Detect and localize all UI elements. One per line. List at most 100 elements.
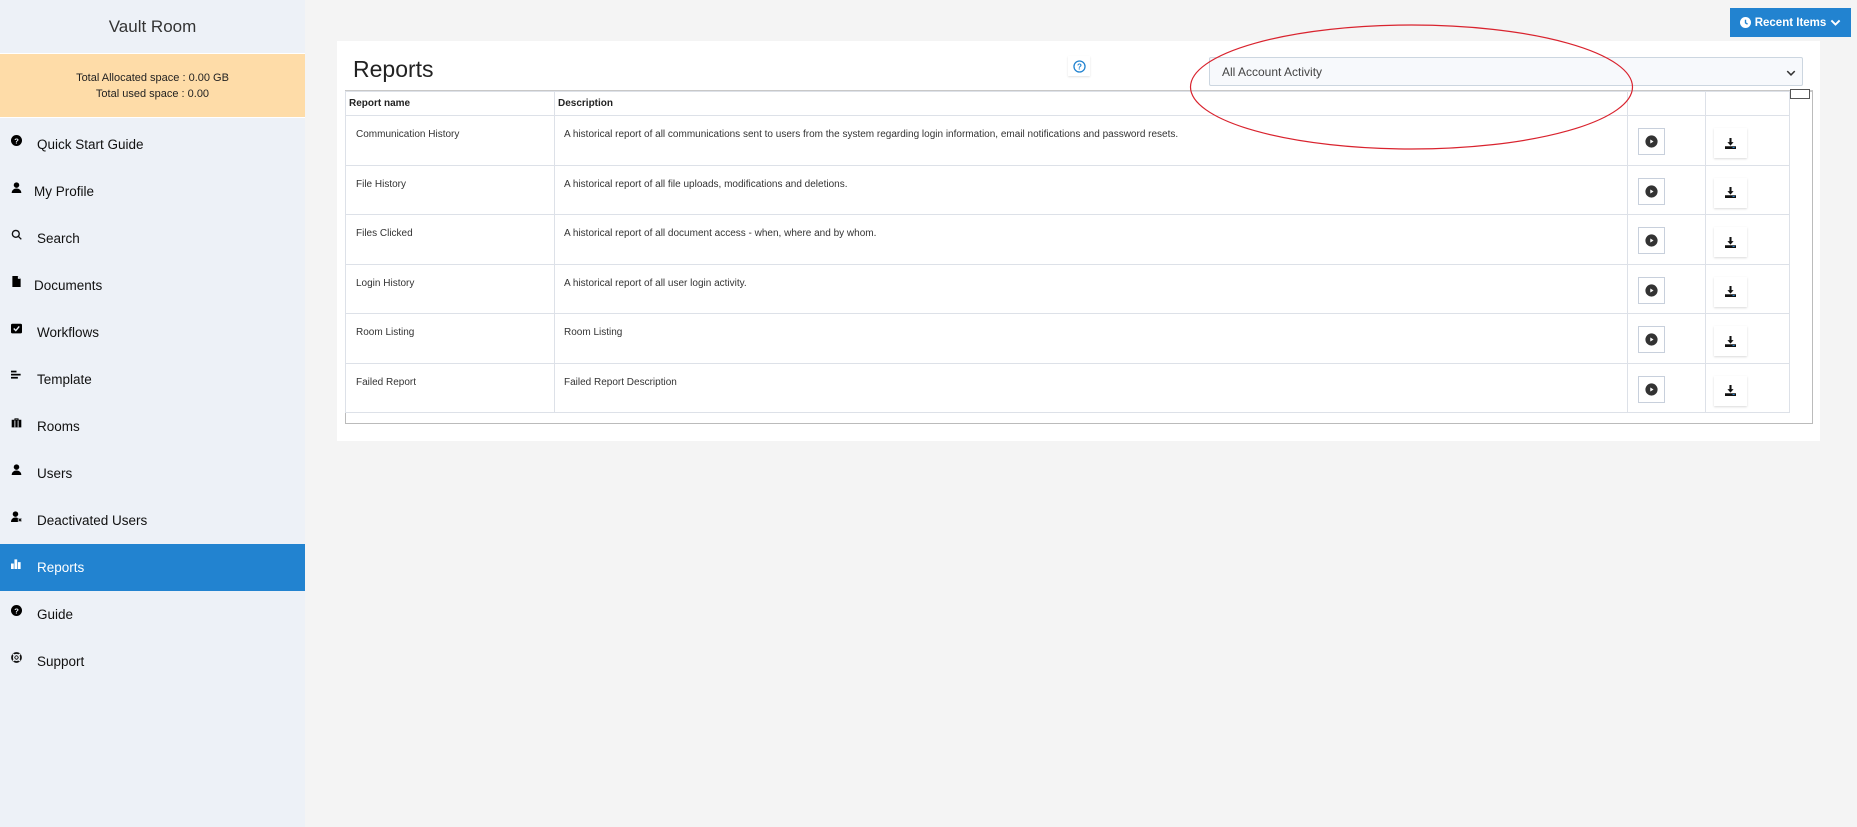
download-report-button[interactable] (1714, 276, 1747, 307)
column-header-run (1627, 91, 1706, 116)
recent-items-label: Recent Items (1754, 16, 1827, 29)
sidebar-item-label: Reports (37, 560, 85, 575)
download-cell (1705, 164, 1790, 215)
search-icon (9, 228, 23, 242)
report-name: Login History (345, 263, 555, 314)
sidebar-item-label: Rooms (37, 419, 80, 434)
run-cell (1627, 164, 1706, 215)
sidebar-item-reports[interactable]: Reports (0, 544, 305, 591)
sidebar-item-label: Search (37, 231, 80, 246)
run-report-button[interactable] (1638, 326, 1665, 353)
sidebar-item-users[interactable]: Users (0, 450, 305, 497)
table-row: Communication History A historical report… (345, 115, 1790, 166)
play-circle-icon (1645, 333, 1658, 346)
sidebar-item-label: Template (37, 372, 92, 387)
table-row: Failed Report Failed Report Description (345, 362, 1790, 413)
question-circle-icon: ? (9, 134, 23, 148)
download-cell (1705, 263, 1790, 314)
download-report-button[interactable] (1714, 128, 1747, 158)
check-square-icon (9, 322, 23, 336)
align-left-icon (9, 369, 23, 383)
sidebar-item-rooms[interactable]: Rooms (0, 403, 305, 450)
app-title: Vault Room (108, 16, 197, 36)
play-circle-icon (1645, 382, 1658, 396)
reports-panel: Reports ? All Account Activity Report na… (337, 41, 1820, 441)
sidebar-item-my-profile[interactable]: My Profile (0, 168, 305, 215)
sidebar-item-search[interactable]: Search (0, 215, 305, 262)
download-report-button[interactable] (1714, 375, 1747, 406)
column-header-report-name[interactable]: Report name (345, 91, 555, 116)
run-report-button[interactable] (1638, 227, 1665, 254)
report-name: Files Clicked (345, 214, 555, 265)
download-report-button[interactable] (1714, 177, 1747, 208)
sidebar-item-deactivated-users[interactable]: Deactivated Users (0, 497, 305, 544)
user-icon (9, 463, 23, 477)
reports-table: Report name Description Communication Hi… (345, 91, 1790, 413)
sidebar-item-label: Guide (37, 607, 74, 622)
run-report-button[interactable] (1638, 375, 1665, 403)
sidebar-item-support[interactable]: Support (0, 638, 305, 685)
sidebar-item-workflows[interactable]: Workflows (0, 309, 305, 356)
user-times-icon (9, 510, 23, 524)
download-report-button[interactable] (1714, 227, 1747, 257)
play-circle-icon (1645, 184, 1658, 198)
report-description: Failed Report Description (554, 362, 1628, 413)
svg-text:?: ? (14, 136, 19, 145)
allocated-space: Total Allocated space : 0.00 GB (76, 71, 229, 84)
report-name: File History (345, 164, 555, 215)
document-icon (9, 275, 23, 289)
question-circle-icon: ? (9, 604, 23, 618)
report-filter-value: All Account Activity (1222, 64, 1323, 79)
column-header-description[interactable]: Description (554, 91, 1628, 116)
sidebar-item-guide[interactable]: ? Guide (0, 591, 305, 638)
report-name: Failed Report (345, 362, 555, 413)
sidebar-item-quick-start-guide[interactable]: ? Quick Start Guide (0, 121, 305, 168)
report-name: Communication History (345, 115, 555, 166)
help-icon: ? (1072, 59, 1086, 73)
report-description: Room Listing (554, 313, 1628, 364)
help-button[interactable]: ? (1068, 56, 1090, 76)
report-description: A historical report of all document acce… (554, 214, 1628, 265)
user-icon (9, 181, 23, 195)
report-description: A historical report of all communication… (554, 115, 1628, 166)
recent-items-button[interactable]: Recent Items (1730, 8, 1851, 37)
run-cell (1627, 263, 1706, 314)
table-row: Files Clicked A historical report of all … (345, 214, 1790, 265)
sidebar: Vault Room Total Allocated space : 0.00 … (0, 0, 305, 827)
sidebar-item-label: Workflows (37, 325, 100, 340)
table-row: File History A historical report of all f… (345, 164, 1790, 215)
run-report-button[interactable] (1638, 177, 1665, 205)
table-row: Login History A historical report of all … (345, 263, 1790, 314)
sidebar-item-label: Documents (34, 278, 103, 293)
sidebar-item-label: My Profile (34, 184, 95, 199)
download-report-button[interactable] (1714, 326, 1747, 356)
sidebar-item-label: Users (37, 466, 73, 481)
run-cell (1627, 115, 1706, 166)
history-icon (1739, 17, 1751, 28)
sidebar-item-documents[interactable]: Documents (0, 262, 305, 309)
download-icon (1725, 137, 1736, 149)
chevron-down-icon (1830, 17, 1841, 28)
sidebar-item-template[interactable]: Template (0, 356, 305, 403)
play-circle-icon (1645, 135, 1658, 148)
download-icon (1725, 385, 1736, 396)
storage-summary: Total Allocated space : 0.00 GB Total us… (0, 53, 305, 118)
report-filter-select[interactable]: All Account Activity (1209, 57, 1803, 86)
run-report-button[interactable] (1638, 128, 1665, 155)
report-description: A historical report of all user login ac… (554, 263, 1628, 314)
table-header-row: Report name Description (345, 91, 1790, 116)
run-report-button[interactable] (1638, 276, 1665, 304)
download-icon (1725, 335, 1736, 347)
sidebar-item-label: Deactivated Users (37, 513, 148, 528)
sidebar-nav: ? Quick Start Guide My Profile Search Do… (0, 121, 305, 685)
run-cell (1627, 214, 1706, 265)
scrollbar[interactable] (1790, 89, 1810, 99)
report-description: A historical report of all file uploads,… (554, 164, 1628, 215)
table-row: Room Listing Room Listing (345, 313, 1790, 364)
page-title: Reports (353, 56, 434, 82)
briefcase-icon (9, 416, 23, 430)
column-header-download (1705, 91, 1790, 116)
run-cell (1627, 313, 1706, 364)
download-icon (1725, 236, 1736, 248)
svg-text:?: ? (14, 606, 19, 615)
